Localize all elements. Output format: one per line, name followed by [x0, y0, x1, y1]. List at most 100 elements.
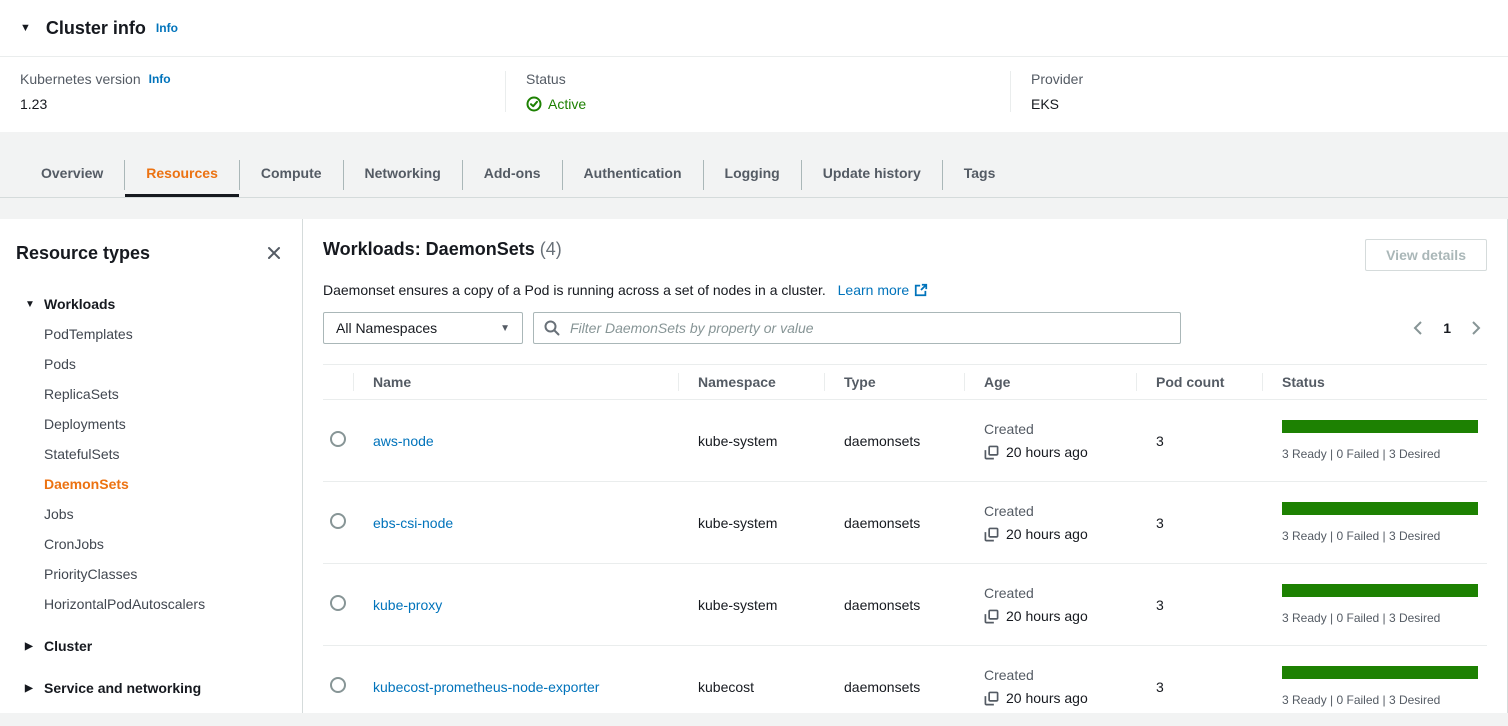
tab-networking[interactable]: Networking: [344, 152, 462, 197]
provider-field: Provider EKS: [1010, 71, 1508, 112]
status-cell: 3 Ready | 0 Failed | 3 Desired: [1262, 584, 1487, 625]
column-header-status[interactable]: Status: [1262, 365, 1487, 399]
type-cell: daemonsets: [824, 515, 964, 531]
copy-icon[interactable]: [984, 609, 999, 624]
status-progress-bar: [1282, 502, 1478, 515]
column-header-type[interactable]: Type: [824, 365, 964, 399]
view-details-button[interactable]: View details: [1365, 239, 1487, 271]
age-created-label: Created: [984, 585, 1136, 601]
daemonset-name-link[interactable]: kubecost-prometheus-node-exporter: [373, 679, 599, 695]
expand-caret-icon: ▶: [25, 683, 44, 694]
sidebar-item-pods[interactable]: Pods: [44, 349, 286, 379]
filter-row: All Namespaces ▼ 1: [323, 312, 1487, 344]
tab-authentication[interactable]: Authentication: [563, 152, 703, 197]
daemonsets-table: Name Namespace Type Age Pod count Status…: [323, 364, 1487, 713]
tree-group-cluster: ▶ Cluster: [16, 631, 286, 661]
tree-group-service-and-networking: ▶ Service and networking: [16, 673, 286, 703]
pod-count-cell: 3: [1136, 679, 1262, 695]
sidebar-group-service-and-networking[interactable]: ▶ Service and networking: [16, 673, 286, 703]
sidebar-item-podtemplates[interactable]: PodTemplates: [44, 319, 286, 349]
daemonset-name-link[interactable]: ebs-csi-node: [373, 515, 453, 531]
age-created-label: Created: [984, 667, 1136, 683]
description: Daemonset ensures a copy of a Pod is run…: [323, 282, 1487, 298]
sidebar-group-cluster[interactable]: ▶ Cluster: [16, 631, 286, 661]
previous-page-icon[interactable]: [1409, 318, 1427, 338]
namespace-cell: kube-system: [678, 515, 824, 531]
daemonsets-panel: Workloads: DaemonSets (4) View details D…: [303, 219, 1508, 713]
daemonset-name-link[interactable]: kube-proxy: [373, 597, 442, 613]
age-cell: Created 20 hours ago: [964, 421, 1136, 460]
sidebar-item-horizontalpodautoscalers[interactable]: HorizontalPodAutoscalers: [44, 589, 286, 619]
kubernetes-version-value: 1.23: [20, 96, 485, 112]
table-row: ebs-csi-node kube-system daemonsets Crea…: [323, 482, 1487, 564]
tab-logging[interactable]: Logging: [704, 152, 801, 197]
kubernetes-version-info-link[interactable]: Info: [149, 72, 171, 86]
copy-icon[interactable]: [984, 527, 999, 542]
row-radio-button[interactable]: [330, 513, 346, 529]
table-row: aws-node kube-system daemonsets Created …: [323, 400, 1487, 482]
external-link-icon: [914, 283, 928, 297]
collapse-section-icon[interactable]: ▼: [20, 22, 31, 34]
status-cell: 3 Ready | 0 Failed | 3 Desired: [1262, 420, 1487, 461]
kubernetes-version-field: Kubernetes version Info 1.23: [0, 71, 505, 112]
content-area: Resource types ▼ Workloads PodTemplates …: [0, 219, 1508, 713]
age-value-text: 20 hours ago: [1006, 526, 1088, 542]
row-count-badge: (4): [540, 239, 562, 259]
pod-count-cell: 3: [1136, 515, 1262, 531]
age-value-text: 20 hours ago: [1006, 608, 1088, 624]
age-cell: Created 20 hours ago: [964, 585, 1136, 624]
next-page-icon[interactable]: [1467, 318, 1485, 338]
namespace-cell: kube-system: [678, 597, 824, 613]
age-value-text: 20 hours ago: [1006, 444, 1088, 460]
resource-types-title: Resource types: [16, 243, 150, 264]
learn-more-link[interactable]: Learn more: [838, 282, 929, 298]
sidebar-group-workloads[interactable]: ▼ Workloads: [16, 289, 286, 319]
tree-group-workloads: ▼ Workloads PodTemplates Pods ReplicaSet…: [16, 289, 286, 619]
sidebar-item-jobs[interactable]: Jobs: [44, 499, 286, 529]
copy-icon[interactable]: [984, 691, 999, 706]
cluster-info-card: ▼ Cluster info Info Kubernetes version I…: [0, 0, 1508, 132]
tab-update-history[interactable]: Update history: [802, 152, 942, 197]
sidebar-item-priorityclasses[interactable]: PriorityClasses: [44, 559, 286, 589]
pod-count-cell: 3: [1136, 433, 1262, 449]
column-header-age[interactable]: Age: [964, 365, 1136, 399]
cluster-tabs: Overview Resources Compute Networking Ad…: [0, 152, 1508, 198]
tab-tags[interactable]: Tags: [943, 152, 1017, 197]
column-header-pod-count[interactable]: Pod count: [1136, 365, 1262, 399]
search-box: [533, 312, 1181, 344]
type-cell: daemonsets: [824, 597, 964, 613]
namespace-select[interactable]: All Namespaces ▼: [323, 312, 523, 344]
tab-compute[interactable]: Compute: [240, 152, 343, 197]
resource-types-tree: ▼ Workloads PodTemplates Pods ReplicaSet…: [16, 289, 286, 703]
current-page[interactable]: 1: [1443, 320, 1451, 336]
provider-value: EKS: [1031, 96, 1488, 112]
status-cell: 3 Ready | 0 Failed | 3 Desired: [1262, 502, 1487, 543]
status-progress-bar: [1282, 420, 1478, 433]
tab-add-ons[interactable]: Add-ons: [463, 152, 562, 197]
sidebar-item-daemonsets[interactable]: DaemonSets: [44, 469, 286, 499]
sidebar-item-cronjobs[interactable]: CronJobs: [44, 529, 286, 559]
daemonset-name-link[interactable]: aws-node: [373, 433, 434, 449]
table-row: kubecost-prometheus-node-exporter kubeco…: [323, 646, 1487, 713]
cluster-info-info-link[interactable]: Info: [156, 21, 178, 35]
tab-resources[interactable]: Resources: [125, 152, 239, 197]
status-progress-bar: [1282, 584, 1478, 597]
page-title: Workloads: DaemonSets (4): [323, 239, 562, 260]
row-radio-button[interactable]: [330, 677, 346, 693]
collapse-caret-icon: ▼: [25, 299, 44, 310]
tab-overview[interactable]: Overview: [20, 152, 124, 197]
row-radio-button[interactable]: [330, 431, 346, 447]
status-field: Status Active: [505, 71, 1010, 112]
description-text: Daemonset ensures a copy of a Pod is run…: [323, 282, 826, 298]
column-header-name[interactable]: Name: [353, 365, 678, 399]
status-label: Status: [526, 71, 566, 87]
copy-icon[interactable]: [984, 445, 999, 460]
close-icon[interactable]: [262, 241, 286, 265]
status-check-icon: [526, 96, 542, 112]
sidebar-item-deployments[interactable]: Deployments: [44, 409, 286, 439]
search-input[interactable]: [568, 319, 1170, 337]
column-header-namespace[interactable]: Namespace: [678, 365, 824, 399]
sidebar-item-statefulsets[interactable]: StatefulSets: [44, 439, 286, 469]
row-radio-button[interactable]: [330, 595, 346, 611]
sidebar-item-replicasets[interactable]: ReplicaSets: [44, 379, 286, 409]
